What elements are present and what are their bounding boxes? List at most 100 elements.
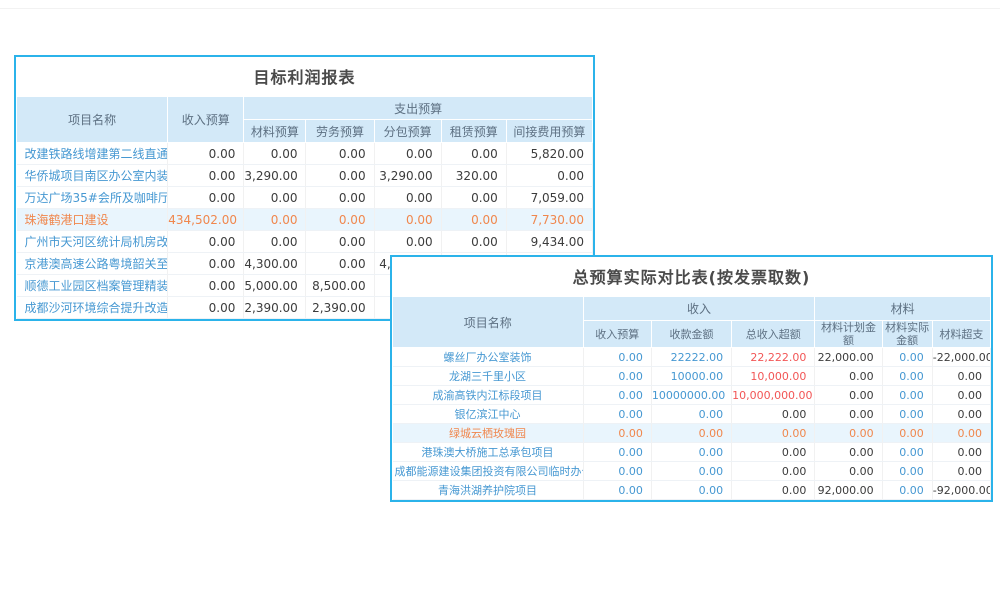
project-name-cell: 广州市天河区统计局机房改造项目	[17, 231, 168, 253]
table-row[interactable]: 银亿滨江中心 0.00 0.00 0.00 0.00 0.00 0.00	[393, 405, 991, 424]
col-header-material-actual-amount: 材料实际金额	[882, 321, 932, 348]
project-name-cell: 华侨城项目南区办公室内装修工程	[17, 165, 168, 187]
col-header-income-budget: 收入预算	[583, 321, 651, 348]
income-excess-cell: 0.00	[732, 481, 815, 500]
material-overspend-cell: 0.00	[932, 462, 990, 481]
col-header-labor-budget: 劳务预算	[306, 120, 374, 143]
lease-budget-cell: 0.00	[441, 143, 506, 165]
col-header-income-excess: 总收入超额	[732, 321, 815, 348]
material-actual-amount-cell: 0.00	[882, 367, 932, 386]
subcontract-budget-cell: 0.00	[374, 209, 441, 231]
material-overspend-cell: 0.00	[932, 443, 990, 462]
col-header-lease-budget: 租赁预算	[441, 120, 506, 143]
col-header-material-overspend: 材料超支	[932, 321, 990, 348]
material-overspend-cell: 0.00	[932, 367, 990, 386]
material-actual-amount-cell: 0.00	[882, 405, 932, 424]
income-excess-cell: 0.00	[732, 424, 815, 443]
material-planned-amount-cell: 0.00	[815, 424, 882, 443]
col-header-indirect-cost-budget: 间接费用预算	[506, 120, 592, 143]
material-planned-amount-cell: 0.00	[815, 462, 882, 481]
project-name-cell: 改建铁路线增建第二线直通线（成	[17, 143, 168, 165]
table-row[interactable]: 成都能源建设集团投资有限公司临时办公场所装修 0.00 0.00 0.00 0.…	[393, 462, 991, 481]
col-header-received-amount: 收款金额	[651, 321, 731, 348]
table-row[interactable]: 万达广场35#会所及咖啡厅空调安 0.00 0.00 0.00 0.00 0.0…	[17, 187, 593, 209]
budget-comparison-title: 总预算实际对比表(按发票取数)	[392, 257, 991, 296]
material-actual-amount-cell: 0.00	[882, 443, 932, 462]
table-row[interactable]: 龙湖三千里小区 0.00 10000.00 10,000.00 0.00 0.0…	[393, 367, 991, 386]
material-planned-amount-cell: 0.00	[815, 405, 882, 424]
income-excess-cell: 10,000.00	[732, 367, 815, 386]
received-amount-cell: 0.00	[651, 424, 731, 443]
subcontract-budget-cell: 0.00	[374, 143, 441, 165]
material-budget-cell: 0.00	[244, 143, 306, 165]
material-budget-cell: 0.00	[244, 187, 306, 209]
income-excess-cell: 22,222.00	[732, 348, 815, 367]
material-planned-amount-cell: 0.00	[815, 443, 882, 462]
income-budget-cell: 0.00	[583, 367, 651, 386]
project-name-cell: 螺丝厂办公室装饰	[393, 348, 584, 367]
table-row[interactable]: 珠海鹤港口建设 434,502.00 0.00 0.00 0.00 0.00 7…	[17, 209, 593, 231]
window-top-divider	[0, 8, 1000, 9]
budget-comparison-window: 总预算实际对比表(按发票取数) 项目名称 收入 材料 收入预算 收款金额 总收入…	[390, 255, 993, 502]
subcontract-budget-cell: 3,290.00	[374, 165, 441, 187]
material-actual-amount-cell: 0.00	[882, 348, 932, 367]
labor-budget-cell: 0.00	[306, 231, 374, 253]
income-excess-cell: 0.00	[732, 405, 815, 424]
table-row[interactable]: 港珠澳大桥施工总承包项目 0.00 0.00 0.00 0.00 0.00 0.…	[393, 443, 991, 462]
project-name-cell: 京港澳高速公路粤境韶关至广州互	[17, 253, 168, 275]
received-amount-cell: 10000000.00	[651, 386, 731, 405]
table-row[interactable]: 改建铁路线增建第二线直通线（成 0.00 0.00 0.00 0.00 0.00…	[17, 143, 593, 165]
material-planned-amount-cell: 22,000.00	[815, 348, 882, 367]
project-name-cell: 银亿滨江中心	[393, 405, 584, 424]
material-actual-amount-cell: 0.00	[882, 386, 932, 405]
project-name-cell: 青海洪湖养护院项目	[393, 481, 584, 500]
labor-budget-cell: 0.00	[306, 165, 374, 187]
table-row[interactable]: 绿城云栖玫瑰园 0.00 0.00 0.00 0.00 0.00 0.00	[393, 424, 991, 443]
income-budget-cell: 434,502.00	[168, 209, 244, 231]
material-planned-amount-cell: 0.00	[815, 386, 882, 405]
received-amount-cell: 0.00	[651, 481, 731, 500]
project-name-cell: 绿城云栖玫瑰园	[393, 424, 584, 443]
material-actual-amount-cell: 0.00	[882, 481, 932, 500]
project-name-cell: 顺德工业园区档案管理精装饰工程	[17, 275, 168, 297]
material-overspend-cell: 0.00	[932, 386, 990, 405]
income-budget-cell: 0.00	[168, 253, 244, 275]
material-budget-cell: 0.00	[244, 231, 306, 253]
labor-budget-cell: 0.00	[306, 253, 374, 275]
indirect-cost-budget-cell: 7,730.00	[506, 209, 592, 231]
material-actual-amount-cell: 0.00	[882, 424, 932, 443]
project-name-cell: 万达广场35#会所及咖啡厅空调安	[17, 187, 168, 209]
material-overspend-cell: -92,000.00	[932, 481, 990, 500]
labor-budget-cell: 0.00	[306, 187, 374, 209]
table-row[interactable]: 螺丝厂办公室装饰 0.00 22222.00 22,222.00 22,000.…	[393, 348, 991, 367]
income-excess-cell: 10,000,000.00	[732, 386, 815, 405]
project-name-cell: 珠海鹤港口建设	[17, 209, 168, 231]
subcontract-budget-cell: 0.00	[374, 231, 441, 253]
income-budget-cell: 0.00	[168, 297, 244, 319]
income-budget-cell: 0.00	[583, 462, 651, 481]
table-row[interactable]: 成渝高铁内江标段项目 0.00 10000000.00 10,000,000.0…	[393, 386, 991, 405]
indirect-cost-budget-cell: 5,820.00	[506, 143, 592, 165]
labor-budget-cell: 0.00	[306, 209, 374, 231]
material-overspend-cell: 0.00	[932, 424, 990, 443]
col-header-subcontract-budget: 分包预算	[374, 120, 441, 143]
col-header-income-budget: 收入预算	[168, 97, 244, 143]
income-budget-cell: 0.00	[583, 481, 651, 500]
material-budget-cell: 2,390.00	[244, 297, 306, 319]
col-header-expense-budget-group: 支出预算	[244, 97, 593, 120]
labor-budget-cell: 0.00	[306, 143, 374, 165]
table-row[interactable]: 青海洪湖养护院项目 0.00 0.00 0.00 92,000.00 0.00 …	[393, 481, 991, 500]
income-budget-cell: 0.00	[168, 275, 244, 297]
income-budget-cell: 0.00	[168, 231, 244, 253]
material-budget-cell: 5,000.00	[244, 275, 306, 297]
budget-comparison-table: 项目名称 收入 材料 收入预算 收款金额 总收入超额 材料计划金额 材料实际金额…	[392, 296, 991, 500]
received-amount-cell: 10000.00	[651, 367, 731, 386]
indirect-cost-budget-cell: 7,059.00	[506, 187, 592, 209]
table-row[interactable]: 广州市天河区统计局机房改造项目 0.00 0.00 0.00 0.00 0.00…	[17, 231, 593, 253]
income-excess-cell: 0.00	[732, 462, 815, 481]
subcontract-budget-cell: 0.00	[374, 187, 441, 209]
received-amount-cell: 0.00	[651, 443, 731, 462]
material-budget-cell: 0.00	[244, 209, 306, 231]
table-row[interactable]: 华侨城项目南区办公室内装修工程 0.00 3,290.00 0.00 3,290…	[17, 165, 593, 187]
income-excess-cell: 0.00	[732, 443, 815, 462]
